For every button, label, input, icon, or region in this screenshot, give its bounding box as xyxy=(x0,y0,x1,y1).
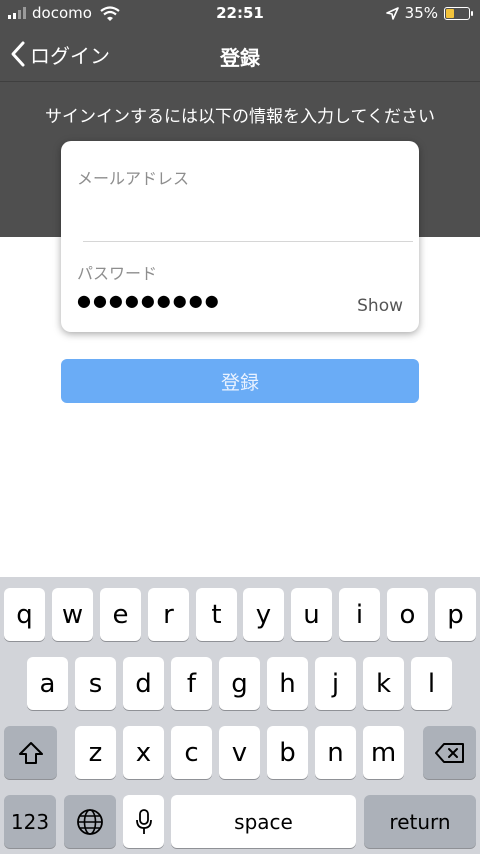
key-y[interactable]: y xyxy=(243,588,284,641)
battery-percent: 35% xyxy=(404,4,438,22)
battery-fill xyxy=(446,8,455,18)
shift-key[interactable] xyxy=(4,726,57,779)
battery-icon xyxy=(444,6,473,20)
key-m[interactable]: m xyxy=(363,726,404,779)
key-e[interactable]: e xyxy=(100,588,141,641)
key-f[interactable]: f xyxy=(171,657,212,710)
email-label: メールアドレス xyxy=(77,169,190,188)
return-key[interactable]: return xyxy=(364,795,476,848)
key-g[interactable]: g xyxy=(219,657,260,710)
key-i[interactable]: i xyxy=(339,588,380,641)
globe-icon xyxy=(77,808,103,835)
key-d[interactable]: d xyxy=(123,657,164,710)
field-divider xyxy=(83,241,413,242)
key-w[interactable]: w xyxy=(52,588,93,641)
globe-key[interactable] xyxy=(64,795,116,848)
key-z[interactable]: z xyxy=(75,726,116,779)
key-s[interactable]: s xyxy=(75,657,116,710)
key-n[interactable]: n xyxy=(315,726,356,779)
key-t[interactable]: t xyxy=(196,588,237,641)
status-bar: docomo 22:51 35% xyxy=(0,0,480,28)
key-h[interactable]: h xyxy=(267,657,308,710)
key-j[interactable]: j xyxy=(315,657,356,710)
space-key[interactable]: space xyxy=(171,795,356,848)
keyboard: q w e r t y u i o p a s d f g h j k l z … xyxy=(0,577,480,854)
key-l[interactable]: l xyxy=(411,657,452,710)
register-button[interactable]: 登録 xyxy=(61,359,419,403)
microphone-key[interactable] xyxy=(123,795,164,848)
key-b[interactable]: b xyxy=(267,726,308,779)
nav-bar: ログイン 登録 xyxy=(0,28,480,82)
key-a[interactable]: a xyxy=(27,657,68,710)
location-arrow-icon xyxy=(385,6,399,20)
key-c[interactable]: c xyxy=(171,726,212,779)
key-x[interactable]: x xyxy=(123,726,164,779)
password-label: パスワード xyxy=(77,264,158,283)
page-title: 登録 xyxy=(220,46,260,70)
microphone-icon xyxy=(135,808,152,834)
numbers-key[interactable]: 123 xyxy=(4,795,56,848)
delete-key[interactable] xyxy=(423,726,476,779)
key-p[interactable]: p xyxy=(435,588,476,641)
key-k[interactable]: k xyxy=(363,657,404,710)
signup-form-card: メールアドレス パスワード ●●●●●●●●● Show xyxy=(61,141,419,332)
delete-icon xyxy=(434,742,464,763)
shift-icon xyxy=(18,741,43,764)
key-o[interactable]: o xyxy=(387,588,428,641)
show-password-button[interactable]: Show xyxy=(357,296,403,316)
instruction-text: サインインするには以下の情報を入力してください xyxy=(45,107,435,127)
status-right: 35% xyxy=(385,4,473,22)
email-field[interactable] xyxy=(77,199,407,225)
password-field[interactable]: ●●●●●●●●● xyxy=(77,291,221,310)
key-r[interactable]: r xyxy=(148,588,189,641)
key-v[interactable]: v xyxy=(219,726,260,779)
key-q[interactable]: q xyxy=(4,588,45,641)
key-u[interactable]: u xyxy=(291,588,332,641)
